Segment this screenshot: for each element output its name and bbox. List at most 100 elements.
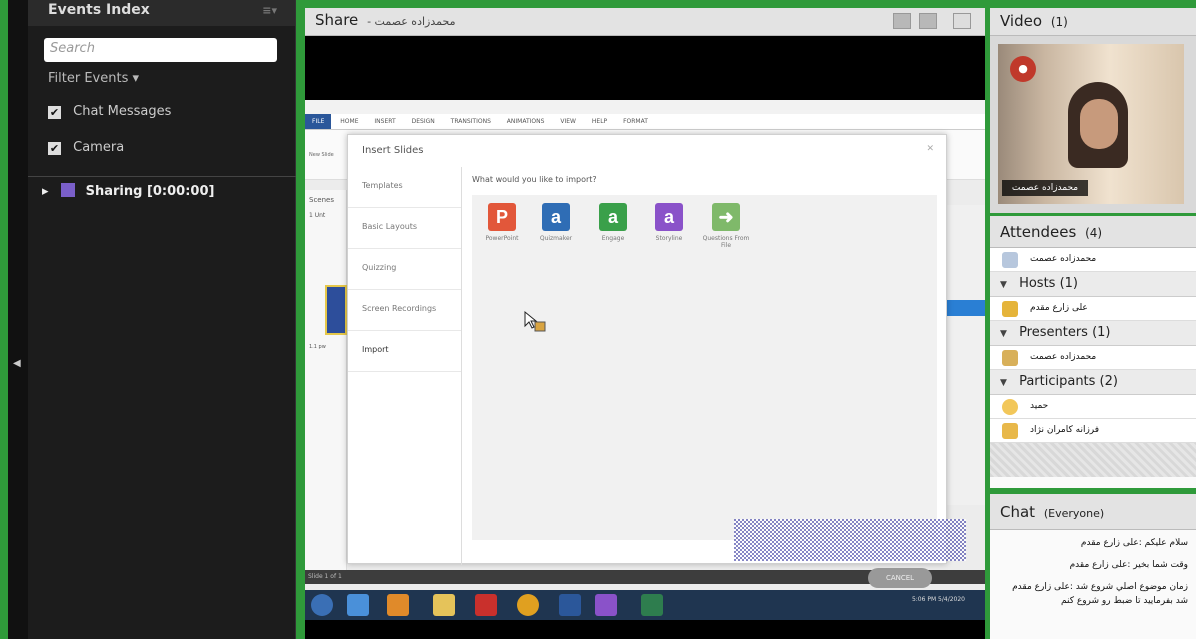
category-import[interactable]: Import	[348, 331, 461, 372]
events-index-panel: Events Index ≡▾ Search Filter Events ▾ ✔…	[28, 0, 296, 639]
import-quizmaker-option[interactable]: a Quizmaker	[532, 203, 580, 242]
attendees-pod: Attendees (4) محمدزاده عصمت ▼ Hosts (1) …	[990, 216, 1196, 488]
properties-pane	[945, 205, 985, 505]
import-powerpoint-option[interactable]: P PowerPoint	[478, 203, 526, 242]
fullscreen-icon[interactable]	[953, 13, 971, 29]
pdf-icon[interactable]	[475, 594, 497, 616]
ribbon-tab[interactable]: FILE	[305, 114, 332, 129]
camera-checkbox[interactable]: ✔ Camera	[48, 140, 124, 155]
word-icon[interactable]	[559, 594, 581, 616]
chat-message: زمان موضوع اصلي شروع شد :على زارع مقدم	[1012, 582, 1188, 592]
attendee-name: حميد	[1030, 401, 1049, 411]
events-index-title: Events Index	[48, 2, 150, 18]
import-options-area: P PowerPoint a Quizmaker a Engage a Stor…	[472, 195, 937, 540]
ie-icon[interactable]	[347, 594, 369, 616]
dialog-title: Insert Slides	[362, 145, 424, 156]
video-pod-header: Video (1)	[990, 8, 1196, 36]
ribbon-tab[interactable]: INSERT	[367, 114, 402, 129]
share-pod-title: Share - محمدزاده عصمت	[315, 11, 455, 29]
ribbon-tab[interactable]: ANIMATIONS	[500, 114, 552, 129]
phone-icon	[1002, 252, 1018, 268]
left-collapse-rail[interactable]: ◀	[8, 0, 28, 639]
slide-thumbnail[interactable]	[325, 285, 347, 335]
attendee-row[interactable]: حميد	[990, 395, 1196, 419]
quizmaker-icon: a	[542, 203, 570, 231]
new-slide-label: New Slide	[309, 152, 334, 158]
import-option-label: Quizmaker	[539, 235, 573, 242]
ribbon-tab[interactable]: HOME	[333, 114, 365, 129]
category-basic-layouts[interactable]: Basic Layouts	[348, 208, 461, 249]
triangle-down-icon: ▼	[1000, 378, 1007, 388]
checkbox-checked-icon: ✔	[48, 106, 61, 119]
import-prompt: What would you like to import?	[472, 175, 597, 184]
attendee-row[interactable]: محمدزاده عصمت	[990, 346, 1196, 370]
video-count: (1)	[1050, 15, 1068, 29]
panel-menu-icon[interactable]: ≡▾	[262, 4, 277, 17]
expand-arrow-icon[interactable]: ▸	[42, 184, 49, 199]
media-icon[interactable]	[387, 594, 409, 616]
fit-screen-icon[interactable]	[919, 13, 937, 29]
taskbar-clock: 5:06 PM 5/4/2020	[911, 596, 965, 603]
ribbon-tabs: FILE HOME INSERT DESIGN TRANSITIONS ANIM…	[305, 114, 985, 130]
camera-status-icon[interactable]: ●	[1010, 56, 1036, 82]
share-presenter-name: - محمدزاده عصمت	[367, 15, 456, 28]
events-index-header: Events Index ≡▾	[28, 0, 295, 26]
chrome-icon[interactable]	[517, 594, 539, 616]
group-label: Hosts (1)	[1019, 276, 1078, 291]
view-options-icon[interactable]	[893, 13, 911, 29]
webcam-feed: ● محمدزاده عصمت	[998, 44, 1184, 204]
ribbon-tab[interactable]: VIEW	[553, 114, 583, 129]
import-storyline-option[interactable]: a Storyline	[645, 203, 693, 242]
ribbon-tab[interactable]: DESIGN	[405, 114, 442, 129]
questions-file-icon: ➜	[712, 203, 740, 231]
app-icon[interactable]	[641, 594, 663, 616]
attendee-name: على زارع مقدم	[1030, 303, 1088, 313]
ribbon-tab[interactable]: HELP	[585, 114, 614, 129]
attendee-row[interactable]: محمدزاده عصمت	[990, 248, 1196, 272]
chevron-down-icon: ▾	[132, 71, 140, 86]
camera-label: Camera	[73, 140, 125, 155]
category-templates[interactable]: Templates	[348, 167, 461, 208]
close-icon[interactable]: ✕	[926, 144, 934, 154]
app-titlebar	[305, 100, 985, 114]
import-engage-option[interactable]: a Engage	[589, 203, 637, 242]
category-screen-recordings[interactable]: Screen Recordings	[348, 290, 461, 331]
share-pod-header: Share - محمدزاده عصمت	[305, 8, 985, 36]
group-hosts[interactable]: ▼ Hosts (1)	[990, 272, 1196, 297]
participant-icon	[1002, 399, 1018, 415]
group-presenters[interactable]: ▼ Presenters (1)	[990, 321, 1196, 346]
events-search-input[interactable]: Search	[44, 38, 277, 62]
scenes-label: Scenes	[309, 196, 334, 204]
ribbon-tab[interactable]: TRANSITIONS	[444, 114, 498, 129]
import-questions-option[interactable]: ➜ Questions From File	[702, 203, 750, 249]
chat-message: شد بفرماييد تا ضبط رو شروع كنم	[1060, 596, 1188, 606]
shared-screen: FILE HOME INSERT DESIGN TRANSITIONS ANIM…	[305, 100, 985, 620]
ribbon-tab[interactable]: FORMAT	[616, 114, 655, 129]
group-label: Participants (2)	[1019, 374, 1118, 389]
attendee-row[interactable]: فرزانه كامران نژاد	[990, 419, 1196, 443]
import-option-label: Questions From File	[702, 235, 750, 249]
filter-events-dropdown[interactable]: Filter Events ▾	[48, 71, 139, 86]
divider	[28, 176, 296, 177]
attendee-row[interactable]: على زارع مقدم	[990, 297, 1196, 321]
scene-item[interactable]: 1 Unt	[305, 210, 346, 221]
chat-message: سلام عليكم :على زارع مقدم	[1080, 538, 1188, 548]
attendee-name: محمدزاده عصمت	[1030, 352, 1097, 362]
scenes-sidebar: Scenes 1 Unt 1.1 pw	[305, 190, 347, 570]
category-list: Templates Basic Layouts Quizzing Screen …	[348, 167, 462, 565]
chat-message: وقت شما بخير :على زارع مقدم	[1069, 560, 1188, 570]
cancel-button[interactable]: CANCEL	[868, 568, 932, 588]
chat-messages-checkbox[interactable]: ✔ Chat Messages	[48, 104, 171, 119]
explorer-icon[interactable]	[433, 594, 455, 616]
chat-scope: (Everyone)	[1043, 507, 1105, 520]
sharing-event-item[interactable]: ▸ Sharing [0:00:00]	[42, 183, 214, 199]
captivate-icon[interactable]	[595, 594, 617, 616]
powerpoint-icon: P	[488, 203, 516, 231]
category-quizzing[interactable]: Quizzing	[348, 249, 461, 290]
attendees-header: Attendees (4)	[990, 216, 1196, 248]
group-participants[interactable]: ▼ Participants (2)	[990, 370, 1196, 395]
start-icon[interactable]	[311, 594, 333, 616]
collapse-arrow-icon[interactable]: ◀	[13, 358, 21, 369]
insert-slides-dialog: Insert Slides ✕ Templates Basic Layouts …	[347, 134, 966, 565]
selected-row	[945, 300, 985, 316]
